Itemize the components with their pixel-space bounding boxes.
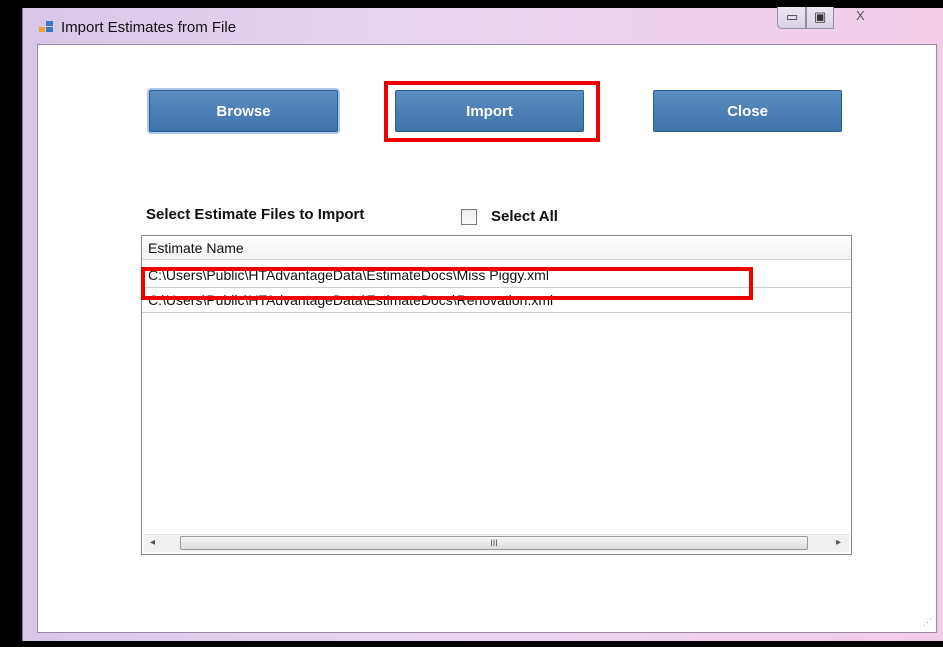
- row-highlight-box: [141, 267, 753, 300]
- minimize-icon: ▭: [786, 9, 799, 24]
- select-all-checkbox[interactable]: [461, 209, 477, 225]
- close-icon: X: [856, 8, 865, 23]
- dialog-body: Browse Import Close Select Estimate File…: [37, 44, 937, 633]
- maximize-icon: ▣: [814, 9, 827, 24]
- scroll-left-icon[interactable]: ◂: [150, 537, 155, 548]
- window-title: Import Estimates from File: [61, 19, 237, 36]
- close-window-button[interactable]: X: [834, 7, 887, 29]
- column-header-estimate-name[interactable]: Estimate Name: [142, 236, 851, 260]
- row-divider: [142, 312, 851, 313]
- minimize-button[interactable]: ▭: [777, 7, 806, 29]
- close-button[interactable]: Close: [653, 90, 842, 132]
- horizontal-scrollbar[interactable]: ◂ III ▸: [144, 534, 849, 552]
- import-highlight-box: [384, 81, 600, 142]
- resize-grip-icon[interactable]: ⋰: [923, 617, 932, 628]
- grip-icon: III: [490, 538, 498, 548]
- title-bar[interactable]: Import Estimates from File ▭ ▣ X: [23, 7, 943, 42]
- select-files-label: Select Estimate Files to Import: [146, 206, 365, 223]
- select-all-label[interactable]: Select All: [491, 208, 558, 225]
- maximize-button[interactable]: ▣: [806, 7, 834, 29]
- import-estimates-window: Import Estimates from File ▭ ▣ X Browse …: [22, 7, 943, 641]
- scrollbar-thumb[interactable]: III: [180, 536, 808, 550]
- app-icon: [39, 21, 53, 32]
- scroll-right-icon[interactable]: ▸: [836, 537, 841, 548]
- browse-button[interactable]: Browse: [149, 90, 338, 132]
